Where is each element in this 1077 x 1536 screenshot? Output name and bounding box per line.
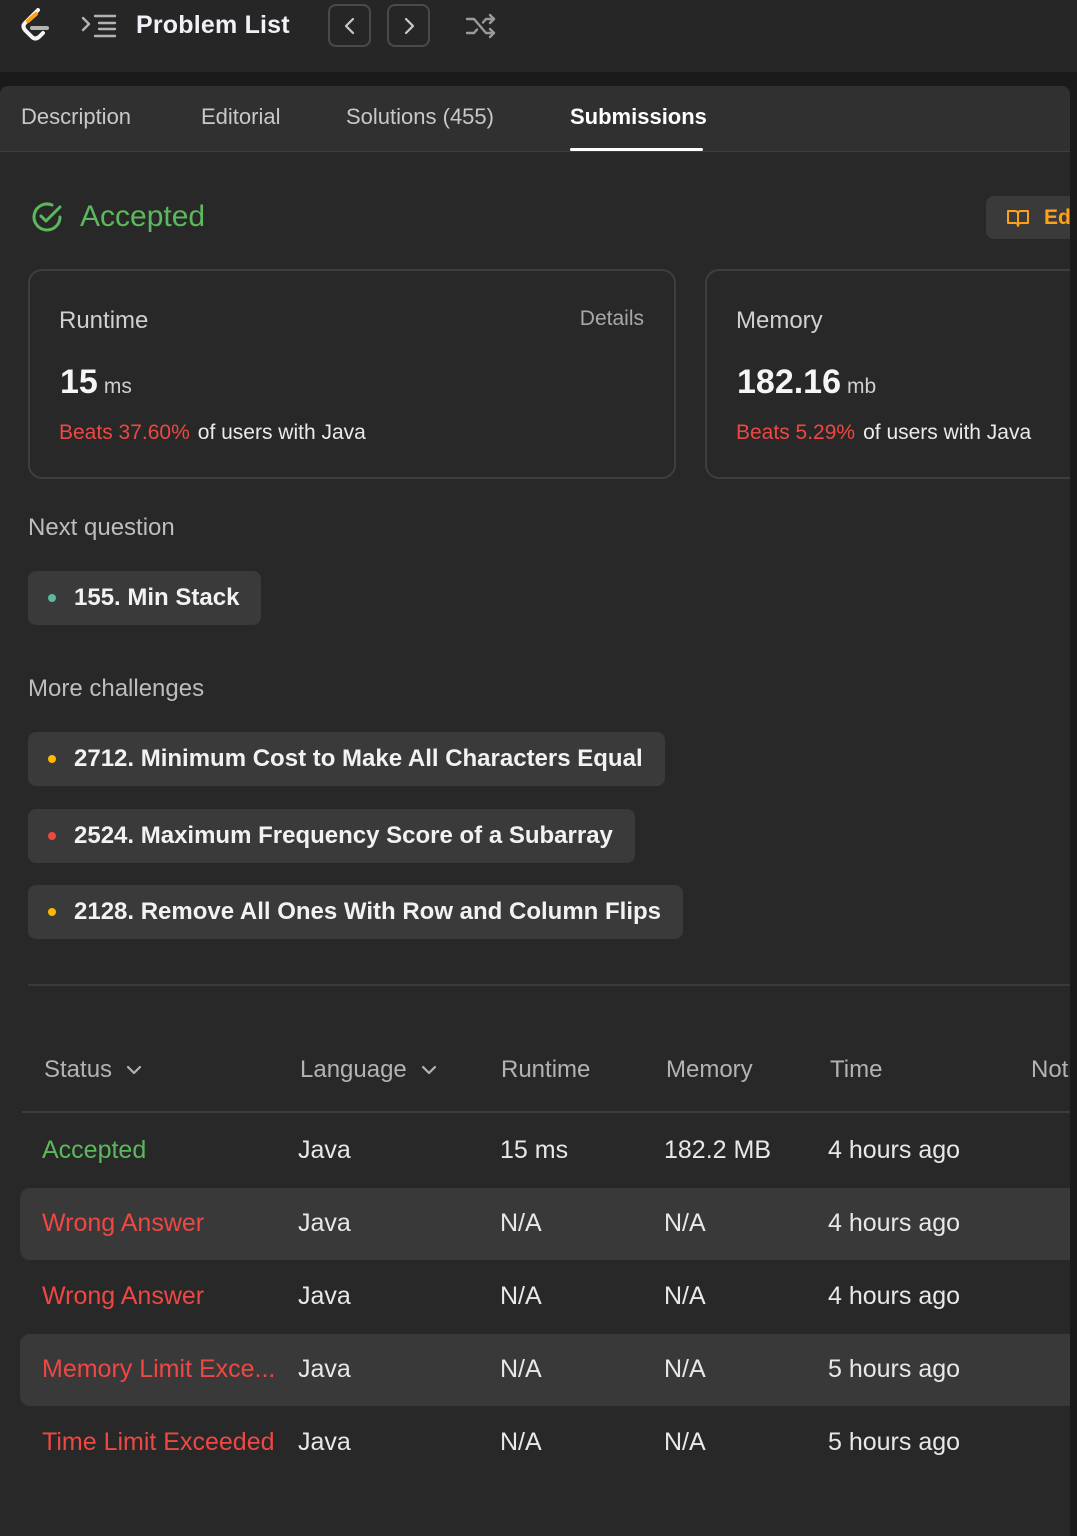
next-question-label: Next question <box>28 514 175 541</box>
chevron-down-icon <box>126 1065 142 1075</box>
submission-language: Java <box>298 1428 351 1456</box>
submission-language: Java <box>298 1282 351 1310</box>
table-row[interactable]: Wrong Answer Java N/A N/A 4 hours ago <box>20 1188 1070 1260</box>
tab-editorial[interactable]: Editorial <box>201 104 280 130</box>
submission-status[interactable]: Time Limit Exceeded <box>42 1428 275 1457</box>
tab-submissions[interactable]: Submissions <box>570 104 707 130</box>
time-column-header: Time <box>830 1056 883 1083</box>
runtime-unit: ms <box>103 375 132 398</box>
submission-memory: 182.2 MB <box>664 1136 772 1164</box>
problem-list-title[interactable]: Problem List <box>136 11 290 40</box>
status-header-label: Status <box>44 1056 113 1083</box>
chevron-left-icon <box>344 17 354 34</box>
tab-description[interactable]: Description <box>21 104 131 130</box>
active-tab-indicator <box>570 148 703 151</box>
submission-memory: N/A <box>664 1282 706 1310</box>
table-row[interactable]: Time Limit Exceeded Java N/A N/A 5 hours… <box>20 1407 1070 1479</box>
challenge-chip[interactable]: 2524. Maximum Frequency Score of a Subar… <box>28 809 635 863</box>
status-column-header[interactable]: Status <box>44 1056 142 1084</box>
runtime-value: 15 ms <box>60 363 132 402</box>
table-row[interactable]: Wrong Answer Java N/A N/A 4 hours ago <box>20 1261 1070 1333</box>
submission-runtime: N/A <box>500 1209 542 1237</box>
medium-difficulty-dot <box>48 908 56 916</box>
submission-language: Java <box>298 1355 351 1383</box>
runtime-column-header: Runtime <box>501 1056 591 1083</box>
memory-number: 182.16 <box>737 363 841 401</box>
submission-memory: N/A <box>664 1209 706 1237</box>
list-icon[interactable] <box>80 12 118 40</box>
submission-time: 4 hours ago <box>828 1282 961 1310</box>
submission-time: 4 hours ago <box>828 1136 961 1164</box>
hard-difficulty-dot <box>48 832 56 840</box>
memory-card[interactable]: Memory 182.16 mb Beats 5.29% of users with… <box>705 269 1070 479</box>
submission-language: Java <box>298 1136 351 1164</box>
submission-panel: Description Editorial Solutions (455) Su… <box>0 86 1070 1536</box>
submission-status[interactable]: Wrong Answer <box>42 1282 204 1311</box>
memory-beats: Beats 5.29% of users with Java <box>736 421 1031 445</box>
table-row[interactable]: Accepted Java 15 ms 182.2 MB 4 hours ago <box>20 1115 1070 1187</box>
memory-value: 182.16 mb <box>737 363 876 402</box>
submission-status[interactable]: Accepted <box>42 1136 146 1165</box>
editorial-button[interactable]: Ed <box>986 196 1070 239</box>
easy-difficulty-dot <box>48 594 56 602</box>
next-question-chip[interactable]: 155. Min Stack <box>28 571 262 625</box>
table-row[interactable]: Memory Limit Exce... Java N/A N/A 5 hour… <box>20 1334 1070 1406</box>
notes-column-header: Not <box>1031 1056 1069 1083</box>
memory-label: Memory <box>736 307 823 334</box>
memory-unit: mb <box>847 375 877 398</box>
challenge-chip[interactable]: 2128. Remove All Ones With Row and Colum… <box>28 885 683 939</box>
submission-status[interactable]: Memory Limit Exce... <box>42 1355 275 1384</box>
submission-memory: N/A <box>664 1355 706 1383</box>
editorial-button-label: Ed <box>1044 205 1070 229</box>
runtime-beats-percent: Beats 37.60% <box>59 421 190 444</box>
challenge-title: 2712. Minimum Cost to Make All Character… <box>74 745 643 772</box>
submission-runtime: N/A <box>500 1282 542 1310</box>
top-bar: Problem List <box>0 0 1077 72</box>
check-circle-icon <box>32 202 62 232</box>
prev-problem-button[interactable] <box>328 4 371 47</box>
leetcode-logo[interactable] <box>16 6 56 46</box>
chevron-right-icon <box>404 17 414 34</box>
next-question-title: 155. Min Stack <box>74 584 240 611</box>
next-problem-button[interactable] <box>387 4 430 47</box>
table-header-divider <box>22 1111 1070 1113</box>
runtime-label: Runtime <box>59 307 149 334</box>
submission-language: Java <box>298 1209 351 1237</box>
submission-memory: N/A <box>664 1428 706 1456</box>
challenge-title: 2128. Remove All Ones With Row and Colum… <box>74 898 661 925</box>
section-divider <box>28 984 1070 986</box>
language-header-label: Language <box>300 1056 407 1083</box>
runtime-card[interactable]: Runtime Details 15 ms Beats 37.60% of user… <box>28 269 676 479</box>
memory-beats-suffix: of users with Java <box>863 421 1032 444</box>
challenge-chip[interactable]: 2712. Minimum Cost to Make All Character… <box>28 732 665 786</box>
more-challenges-label: More challenges <box>28 675 205 702</box>
runtime-beats: Beats 37.60% of users with Java <box>59 421 366 445</box>
book-icon <box>1007 209 1029 227</box>
runtime-beats-suffix: of users with Java <box>197 421 366 444</box>
result-header: Accepted <box>30 200 205 234</box>
submission-time: 4 hours ago <box>828 1209 961 1237</box>
submission-runtime: N/A <box>500 1355 542 1383</box>
submission-runtime: N/A <box>500 1428 542 1456</box>
memory-column-header: Memory <box>666 1056 753 1083</box>
tab-bar: Description Editorial Solutions (455) Su… <box>0 86 1070 152</box>
shuffle-icon[interactable] <box>464 12 498 40</box>
submission-runtime: 15 ms <box>500 1136 569 1164</box>
submission-time: 5 hours ago <box>828 1355 961 1383</box>
chevron-down-icon <box>421 1065 436 1075</box>
result-status: Accepted <box>80 200 206 233</box>
language-column-header[interactable]: Language <box>300 1056 437 1084</box>
memory-beats-percent: Beats 5.29% <box>736 421 856 444</box>
details-link[interactable]: Details <box>580 307 644 331</box>
challenge-title: 2524. Maximum Frequency Score of a Subar… <box>74 822 613 849</box>
tab-solutions[interactable]: Solutions (455) <box>346 104 494 130</box>
submission-status[interactable]: Wrong Answer <box>42 1209 204 1238</box>
medium-difficulty-dot <box>48 755 56 763</box>
runtime-number: 15 <box>60 363 98 401</box>
submission-time: 5 hours ago <box>828 1428 961 1456</box>
